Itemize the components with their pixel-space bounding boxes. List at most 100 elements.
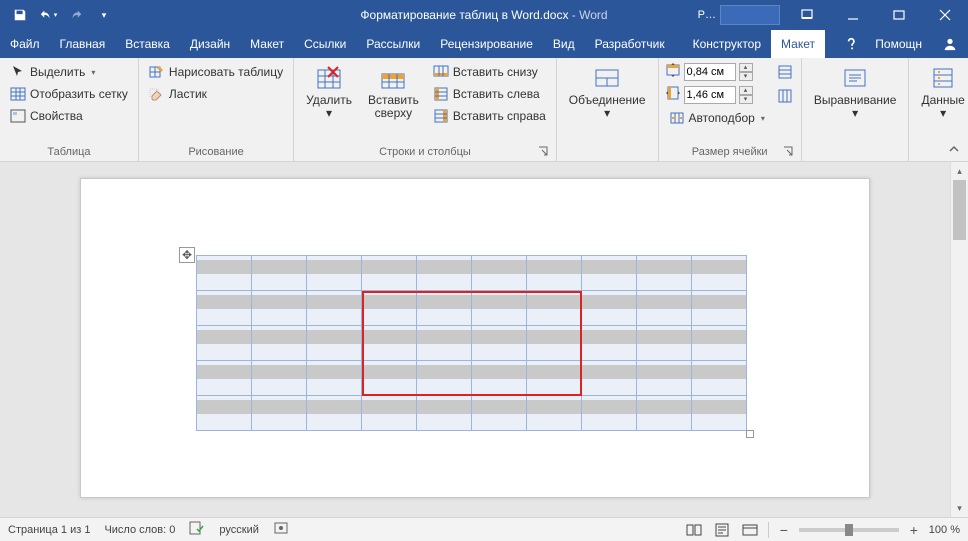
table-cell[interactable] — [197, 291, 252, 326]
tab-insert[interactable]: Вставка — [115, 30, 180, 58]
account-box[interactable] — [720, 5, 780, 25]
language-label[interactable]: русский — [219, 524, 258, 536]
select-button[interactable]: Выделить▾ — [6, 62, 132, 82]
table-move-handle[interactable]: ✥ — [179, 247, 195, 263]
tab-table-design[interactable]: Конструктор — [683, 30, 771, 58]
tab-design[interactable]: Дизайн — [180, 30, 240, 58]
table-cell[interactable] — [472, 256, 527, 291]
table-cell[interactable] — [252, 396, 307, 431]
table-cell[interactable] — [692, 361, 747, 396]
alignment-button[interactable]: Выравнивание▾ — [808, 62, 903, 144]
table-cell[interactable] — [527, 326, 582, 361]
table-cell[interactable] — [582, 291, 637, 326]
zoom-out-button[interactable]: − — [777, 522, 791, 538]
table-cell[interactable] — [362, 326, 417, 361]
page[interactable]: ✥ — [80, 178, 870, 498]
table-cell[interactable] — [307, 256, 362, 291]
col-width-input[interactable] — [684, 86, 736, 104]
table-row[interactable] — [197, 291, 747, 326]
account-initial[interactable]: Р… — [698, 9, 716, 21]
table-cell[interactable] — [197, 326, 252, 361]
share-button[interactable] — [932, 37, 968, 51]
table-cell[interactable] — [417, 256, 472, 291]
table-cell[interactable] — [527, 291, 582, 326]
height-up[interactable]: ▴ — [739, 63, 753, 72]
draw-table-button[interactable]: Нарисовать таблицу — [145, 62, 287, 82]
scroll-up-button[interactable]: ▴ — [951, 162, 968, 180]
tab-layout[interactable]: Макет — [240, 30, 294, 58]
web-layout-button[interactable] — [740, 521, 760, 539]
tab-view[interactable]: Вид — [543, 30, 585, 58]
table-row[interactable] — [197, 326, 747, 361]
table-cell[interactable] — [252, 256, 307, 291]
collapse-ribbon-button[interactable] — [946, 141, 962, 157]
tell-me-icon[interactable] — [841, 37, 865, 51]
table-cell[interactable] — [582, 326, 637, 361]
word-count[interactable]: Число слов: 0 — [104, 524, 175, 536]
table-cell[interactable] — [582, 396, 637, 431]
table-cell[interactable] — [527, 256, 582, 291]
row-height-input[interactable] — [684, 63, 736, 81]
scroll-down-button[interactable]: ▾ — [951, 499, 968, 517]
table-cell[interactable] — [472, 291, 527, 326]
table-cell[interactable] — [692, 256, 747, 291]
zoom-slider[interactable] — [799, 528, 899, 532]
eraser-button[interactable]: Ластик — [145, 84, 287, 104]
insert-below-button[interactable]: Вставить снизу — [429, 62, 550, 82]
tab-home[interactable]: Главная — [50, 30, 116, 58]
table-resize-handle[interactable] — [746, 430, 754, 438]
table-cell[interactable] — [362, 291, 417, 326]
delete-button[interactable]: Удалить▾ — [300, 62, 358, 144]
page-count[interactable]: Страница 1 из 1 — [8, 524, 90, 536]
table-cell[interactable] — [307, 291, 362, 326]
properties-button[interactable]: Свойства — [6, 106, 132, 126]
table-cell[interactable] — [252, 291, 307, 326]
cell-size-dialog-launcher[interactable] — [783, 146, 793, 156]
table-row[interactable] — [197, 256, 747, 291]
table-cell[interactable] — [417, 396, 472, 431]
table-cell[interactable] — [637, 256, 692, 291]
table-cell[interactable] — [472, 396, 527, 431]
tell-me-label[interactable]: Помощн — [865, 37, 932, 51]
insert-right-button[interactable]: Вставить справа — [429, 106, 550, 126]
table-cell[interactable] — [637, 326, 692, 361]
tab-references[interactable]: Ссылки — [294, 30, 356, 58]
qat-customize-button[interactable]: ▾ — [92, 3, 116, 27]
close-button[interactable] — [922, 0, 968, 30]
macro-icon[interactable] — [273, 521, 289, 538]
minimize-button[interactable] — [830, 0, 876, 30]
table-row[interactable] — [197, 361, 747, 396]
tab-file[interactable]: Файл — [0, 30, 50, 58]
table-cell[interactable] — [527, 396, 582, 431]
undo-button[interactable]: ▾ — [36, 3, 60, 27]
table-cell[interactable] — [582, 361, 637, 396]
zoom-level[interactable]: 100 % — [929, 524, 960, 536]
table-cell[interactable] — [472, 361, 527, 396]
view-gridlines-button[interactable]: Отобразить сетку — [6, 84, 132, 104]
table-cell[interactable] — [197, 361, 252, 396]
vertical-scrollbar[interactable]: ▴ ▾ — [950, 162, 968, 517]
table-cell[interactable] — [197, 396, 252, 431]
table-cell[interactable] — [637, 396, 692, 431]
read-mode-button[interactable] — [684, 521, 704, 539]
table-cell[interactable] — [362, 256, 417, 291]
height-down[interactable]: ▾ — [739, 72, 753, 81]
distribute-cols-button[interactable] — [775, 86, 795, 106]
table-cell[interactable] — [472, 326, 527, 361]
table-cell[interactable] — [362, 396, 417, 431]
table-cell[interactable] — [307, 361, 362, 396]
insert-above-button[interactable]: Вставить сверху — [362, 62, 425, 144]
word-table[interactable] — [196, 255, 747, 431]
insert-left-button[interactable]: Вставить слева — [429, 84, 550, 104]
rows-cols-dialog-launcher[interactable] — [538, 146, 548, 156]
width-up[interactable]: ▴ — [739, 86, 753, 95]
autofit-button[interactable]: Автоподбор▾ — [665, 108, 769, 128]
table-cell[interactable] — [417, 291, 472, 326]
table-cell[interactable] — [417, 361, 472, 396]
width-down[interactable]: ▾ — [739, 95, 753, 104]
tab-table-layout[interactable]: Макет — [771, 30, 825, 58]
table-cell[interactable] — [692, 396, 747, 431]
merge-button[interactable]: Объединение▾ — [563, 62, 652, 144]
print-layout-button[interactable] — [712, 521, 732, 539]
save-button[interactable] — [8, 3, 32, 27]
